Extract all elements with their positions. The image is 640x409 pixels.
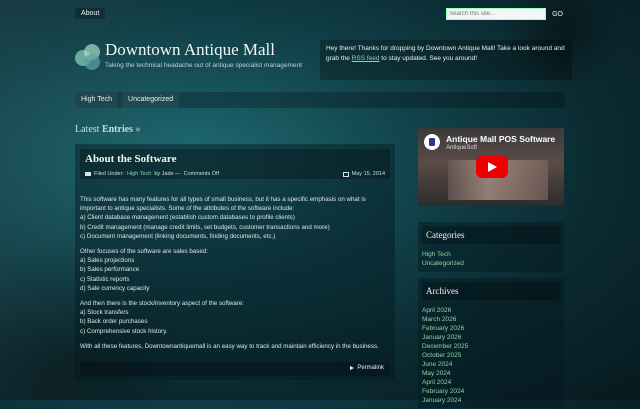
- calendar-icon: [342, 171, 349, 177]
- video-channel-name: AntiqueSoft: [446, 145, 478, 151]
- archive-link[interactable]: June 2024: [422, 361, 452, 368]
- arrow-right-icon: [350, 366, 355, 370]
- channel-avatar-icon[interactable]: [424, 134, 440, 150]
- category-link-high-tech[interactable]: High Tech: [422, 251, 451, 258]
- rss-feed-link[interactable]: RSS feed: [352, 55, 380, 62]
- comments-status: Comments Off: [183, 171, 219, 177]
- welcome-text-suffix: to stay updated. See you around!: [379, 55, 478, 62]
- top-bar: About GO: [75, 6, 565, 24]
- post-footer: Permalink: [80, 362, 390, 376]
- archives-title: Archives: [422, 282, 560, 300]
- post-date: May 15, 2014: [342, 171, 385, 177]
- video-title[interactable]: Antique Mall POS Software: [446, 134, 555, 144]
- site-title[interactable]: Downtown Antique Mall: [105, 40, 275, 60]
- post-article: About the Software Filed Under: High Tec…: [75, 144, 395, 380]
- site-logo-icon[interactable]: [75, 44, 101, 70]
- archive-link[interactable]: October 2025: [422, 352, 461, 359]
- archive-link[interactable]: May 2024: [422, 370, 451, 377]
- post-category-link[interactable]: High Tech: [127, 171, 151, 177]
- post-meta: Filed Under: High Tech by Jade — Comment…: [85, 171, 219, 177]
- archives-list: April 2026 March 2026 February 2026 Janu…: [418, 304, 564, 409]
- archive-link[interactable]: January 2026: [422, 334, 461, 341]
- latest-entries-heading: Latest Entries »: [75, 124, 141, 135]
- permalink-link[interactable]: Permalink: [350, 365, 384, 371]
- about-link[interactable]: About: [75, 8, 106, 19]
- search-input[interactable]: [446, 8, 547, 20]
- archive-link[interactable]: April 2024: [422, 379, 451, 386]
- video-embed[interactable]: Antique Mall POS Software AntiqueSoft: [418, 128, 564, 206]
- search-go-button[interactable]: GO: [550, 11, 565, 18]
- site-tagline: Taking the technical headache out of ant…: [105, 62, 302, 69]
- nav-item-high-tech[interactable]: High Tech: [75, 92, 119, 108]
- post-title[interactable]: About the Software: [85, 153, 176, 165]
- archive-link[interactable]: December 2025: [422, 343, 468, 350]
- folder-icon: [85, 172, 91, 176]
- archives-widget: Archives April 2026 March 2026 February …: [418, 278, 564, 408]
- play-button-icon[interactable]: [476, 156, 508, 178]
- search-form: GO: [446, 8, 565, 20]
- nav-item-uncategorized[interactable]: Uncategorized: [122, 92, 180, 108]
- post-content: This software has many features for all …: [80, 196, 379, 350]
- post-header: About the Software Filed Under: High Tec…: [80, 149, 390, 179]
- archive-link[interactable]: February 2026: [422, 325, 464, 332]
- categories-list: High Tech Uncategorized: [418, 248, 564, 272]
- archive-link[interactable]: March 2026: [422, 316, 456, 323]
- categories-widget: Categories High Tech Uncategorized: [418, 222, 564, 272]
- welcome-box: Hey there! Thanks for dropping by Downto…: [320, 40, 572, 80]
- main-nav: High Tech Uncategorized: [75, 92, 565, 108]
- archive-link[interactable]: April 2026: [422, 307, 451, 314]
- category-link-uncategorized[interactable]: Uncategorized: [422, 260, 464, 267]
- archive-link[interactable]: February 2024: [422, 388, 464, 395]
- categories-title: Categories: [422, 226, 560, 244]
- archive-link[interactable]: January 2024: [422, 397, 461, 404]
